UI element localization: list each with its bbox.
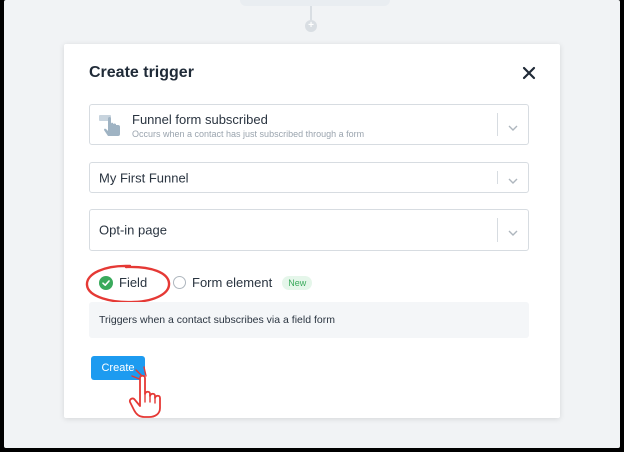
hand-pointer-icon xyxy=(99,113,123,139)
workflow-node[interactable] xyxy=(240,0,390,6)
trigger-info-box: Triggers when a contact subscribes via a… xyxy=(89,302,529,338)
trigger-type-label: Funnel form subscribed xyxy=(132,112,268,127)
pointer-hand-icon xyxy=(128,366,161,418)
select-divider xyxy=(497,171,498,184)
create-trigger-modal: Create trigger Funnel form subscribed Oc… xyxy=(64,44,560,418)
page-select-value: Opt-in page xyxy=(99,222,167,238)
form-element-radio[interactable]: Form element New xyxy=(173,275,313,290)
funnel-select-value: My First Funnel xyxy=(99,170,189,185)
select-divider xyxy=(497,113,498,136)
radio-unchecked-icon xyxy=(173,276,186,289)
chevron-down-icon[interactable] xyxy=(507,173,519,184)
select-divider xyxy=(497,218,498,242)
close-icon[interactable] xyxy=(522,66,536,80)
modal-title: Create trigger xyxy=(89,64,194,81)
funnel-select[interactable]: My First Funnel xyxy=(89,162,529,193)
app-canvas: + Create trigger Funnel form subscribed … xyxy=(4,0,620,448)
add-step-icon[interactable]: + xyxy=(305,20,317,32)
trigger-type-select[interactable]: Funnel form subscribed Occurs when a con… xyxy=(89,104,529,145)
trigger-type-description: Occurs when a contact has just subscribe… xyxy=(132,129,365,139)
chevron-down-icon[interactable] xyxy=(507,225,519,236)
new-badge: New xyxy=(282,275,313,290)
workflow-connector xyxy=(310,6,312,20)
chevron-down-icon[interactable] xyxy=(507,120,519,131)
annotation-circle xyxy=(85,264,171,304)
page-select[interactable]: Opt-in page xyxy=(89,209,529,251)
trigger-info-text: Triggers when a contact subscribes via a… xyxy=(99,314,335,326)
form-element-radio-label: Form element xyxy=(192,275,273,290)
